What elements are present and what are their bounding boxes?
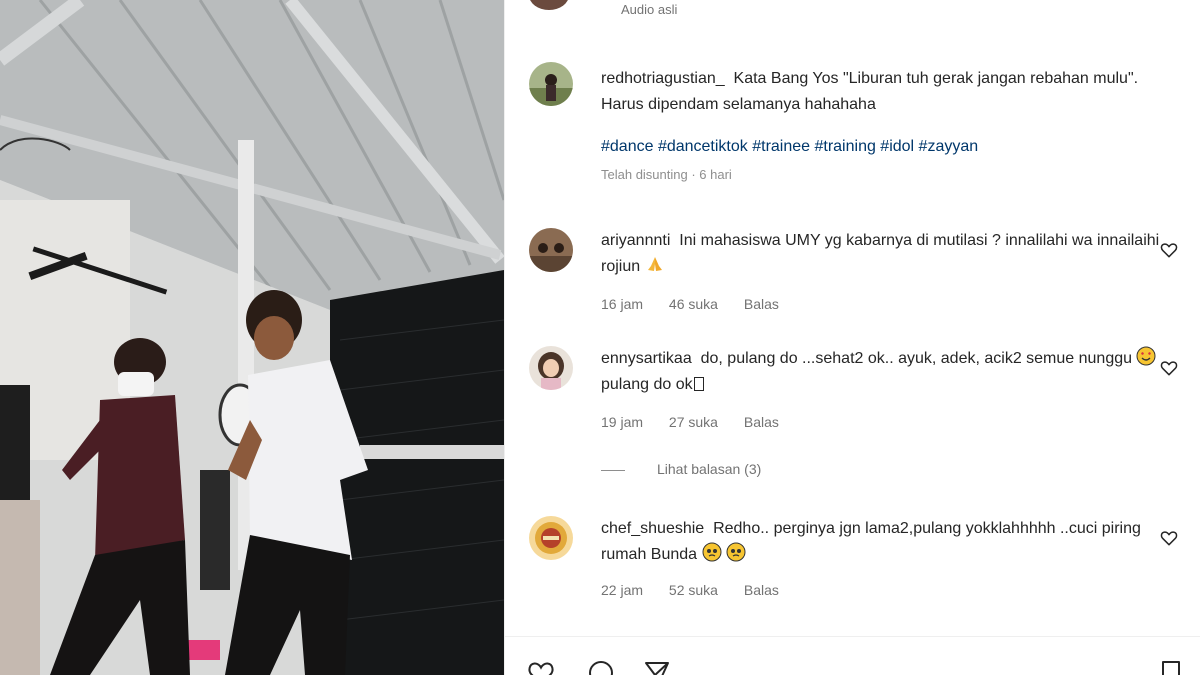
heart-icon[interactable] bbox=[1159, 528, 1179, 548]
comment-icon[interactable] bbox=[587, 659, 615, 675]
audio-label[interactable]: Audio asli bbox=[621, 2, 677, 17]
heart-icon[interactable] bbox=[527, 659, 555, 675]
comment-time: 16 jam bbox=[601, 296, 644, 312]
reply-button[interactable]: Balas bbox=[744, 582, 779, 598]
reply-button[interactable]: Balas bbox=[744, 414, 779, 430]
heart-icon[interactable] bbox=[1159, 240, 1179, 260]
comment-likes[interactable]: 46 suka bbox=[669, 296, 718, 312]
comment-body: chef_shueshie Redho.. perginya jgn lama2… bbox=[601, 516, 1161, 568]
bookmark-icon[interactable] bbox=[1157, 659, 1185, 675]
comment-text: do, pulang do ...sehat2 ok.. ayuk, adek,… bbox=[700, 350, 1133, 367]
comment-likes[interactable]: 27 suka bbox=[669, 414, 718, 430]
comment-time: 19 jam bbox=[601, 414, 644, 430]
caption-username[interactable]: redhotriagustian_ bbox=[601, 70, 725, 87]
comment-username[interactable]: ariyannnti bbox=[601, 232, 670, 249]
pleading-face-icon bbox=[702, 542, 722, 562]
post-comments-panel: Audio asli redhotriagustian_ Kata Bang Y… bbox=[504, 0, 1200, 675]
comment-time: 22 jam bbox=[601, 582, 644, 598]
replies-divider bbox=[601, 469, 625, 471]
caption-meta: Telah disunting · 6 hari bbox=[601, 167, 732, 182]
comment-body: ennysartikaa do, pulang do ...sehat2 ok.… bbox=[601, 346, 1161, 398]
post-video[interactable] bbox=[0, 0, 504, 675]
comment-text-after: pulang do ok bbox=[601, 376, 693, 393]
comment-username[interactable]: chef_shueshie bbox=[601, 520, 704, 537]
avatar[interactable] bbox=[529, 62, 573, 106]
comment-meta: 19 jam 27 suka Balas bbox=[601, 414, 801, 430]
comment-username[interactable]: ennysartikaa bbox=[601, 350, 692, 367]
praying-hands-icon bbox=[647, 257, 662, 271]
reply-button[interactable]: Balas bbox=[744, 296, 779, 312]
comment-meta: 22 jam 52 suka Balas bbox=[601, 582, 801, 598]
heart-icon[interactable] bbox=[1159, 358, 1179, 378]
caption-body: redhotriagustian_ Kata Bang Yos "Liburan… bbox=[601, 66, 1161, 184]
comment-meta: 16 jam 46 suka Balas bbox=[601, 296, 801, 312]
avatar[interactable] bbox=[529, 228, 573, 272]
unknown-glyph-icon bbox=[693, 377, 704, 391]
view-replies-button[interactable]: Lihat balasan (3) bbox=[601, 461, 761, 477]
video-frame-illustration bbox=[0, 0, 504, 675]
pleading-face-icon bbox=[726, 542, 746, 562]
avatar[interactable] bbox=[529, 516, 573, 560]
audio-avatar[interactable] bbox=[529, 0, 569, 10]
comment-likes[interactable]: 52 suka bbox=[669, 582, 718, 598]
comment-body: ariyannnti Ini mahasiswa UMY yg kabarnya… bbox=[601, 228, 1161, 280]
avatar[interactable] bbox=[529, 346, 573, 390]
post-action-bar bbox=[505, 636, 1200, 675]
caption-hashtags[interactable]: #dance #dancetiktok #trainee #training #… bbox=[601, 134, 1161, 160]
smiling-face-with-heart-eyes-icon bbox=[1136, 346, 1156, 366]
comment-text: Ini mahasiswa UMY yg kabarnya di mutilas… bbox=[601, 232, 1160, 275]
view-replies-label[interactable]: Lihat balasan (3) bbox=[657, 461, 761, 477]
paper-plane-icon[interactable] bbox=[643, 659, 671, 675]
